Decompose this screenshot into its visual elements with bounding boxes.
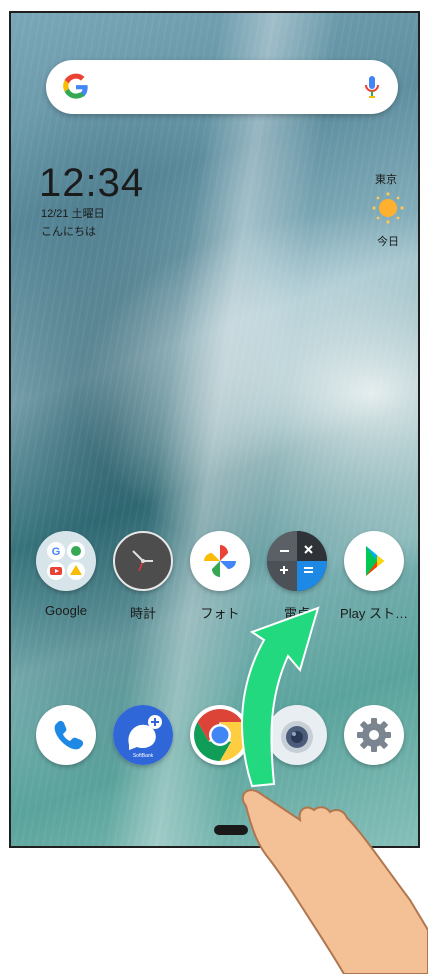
google-g-icon xyxy=(63,73,88,99)
google-folder-icon[interactable]: G xyxy=(36,531,96,591)
greeting-text: こんにちは xyxy=(41,226,96,238)
dock-caption-softbank: SoftBank xyxy=(133,753,154,759)
weather-city[interactable]: 東京 xyxy=(375,171,397,187)
home-screen: 12:34 12/21 土曜日 こんにちは 東京 今日 G Google 時計 … xyxy=(9,11,420,848)
app-label-play-store: Play スト… xyxy=(340,606,408,621)
svg-text:G: G xyxy=(52,546,61,558)
play-store-icon[interactable] xyxy=(344,531,404,591)
phone-icon[interactable] xyxy=(36,705,96,765)
mic-icon[interactable] xyxy=(364,74,380,100)
app-label-google: Google xyxy=(45,603,87,618)
app-label-calculator: 電卓 xyxy=(283,606,310,621)
clock-app-icon[interactable] xyxy=(113,531,173,591)
clock-date: 12/21 土曜日 xyxy=(41,208,105,220)
photos-icon[interactable] xyxy=(190,531,250,591)
plus-message-icon[interactable]: SoftBank xyxy=(113,705,173,765)
clock-time[interactable]: 12:34 xyxy=(39,161,144,206)
sun-icon[interactable] xyxy=(371,191,405,225)
navigation-handle[interactable] xyxy=(214,825,248,835)
settings-icon[interactable] xyxy=(344,705,404,765)
chrome-icon[interactable] xyxy=(190,705,250,765)
camera-icon[interactable] xyxy=(267,705,327,765)
google-search-bar[interactable] xyxy=(46,60,398,114)
calculator-icon[interactable] xyxy=(267,531,327,591)
app-label-clock: 時計 xyxy=(129,606,156,621)
app-label-photos: フォト xyxy=(200,606,240,621)
weather-day: 今日 xyxy=(377,236,399,248)
